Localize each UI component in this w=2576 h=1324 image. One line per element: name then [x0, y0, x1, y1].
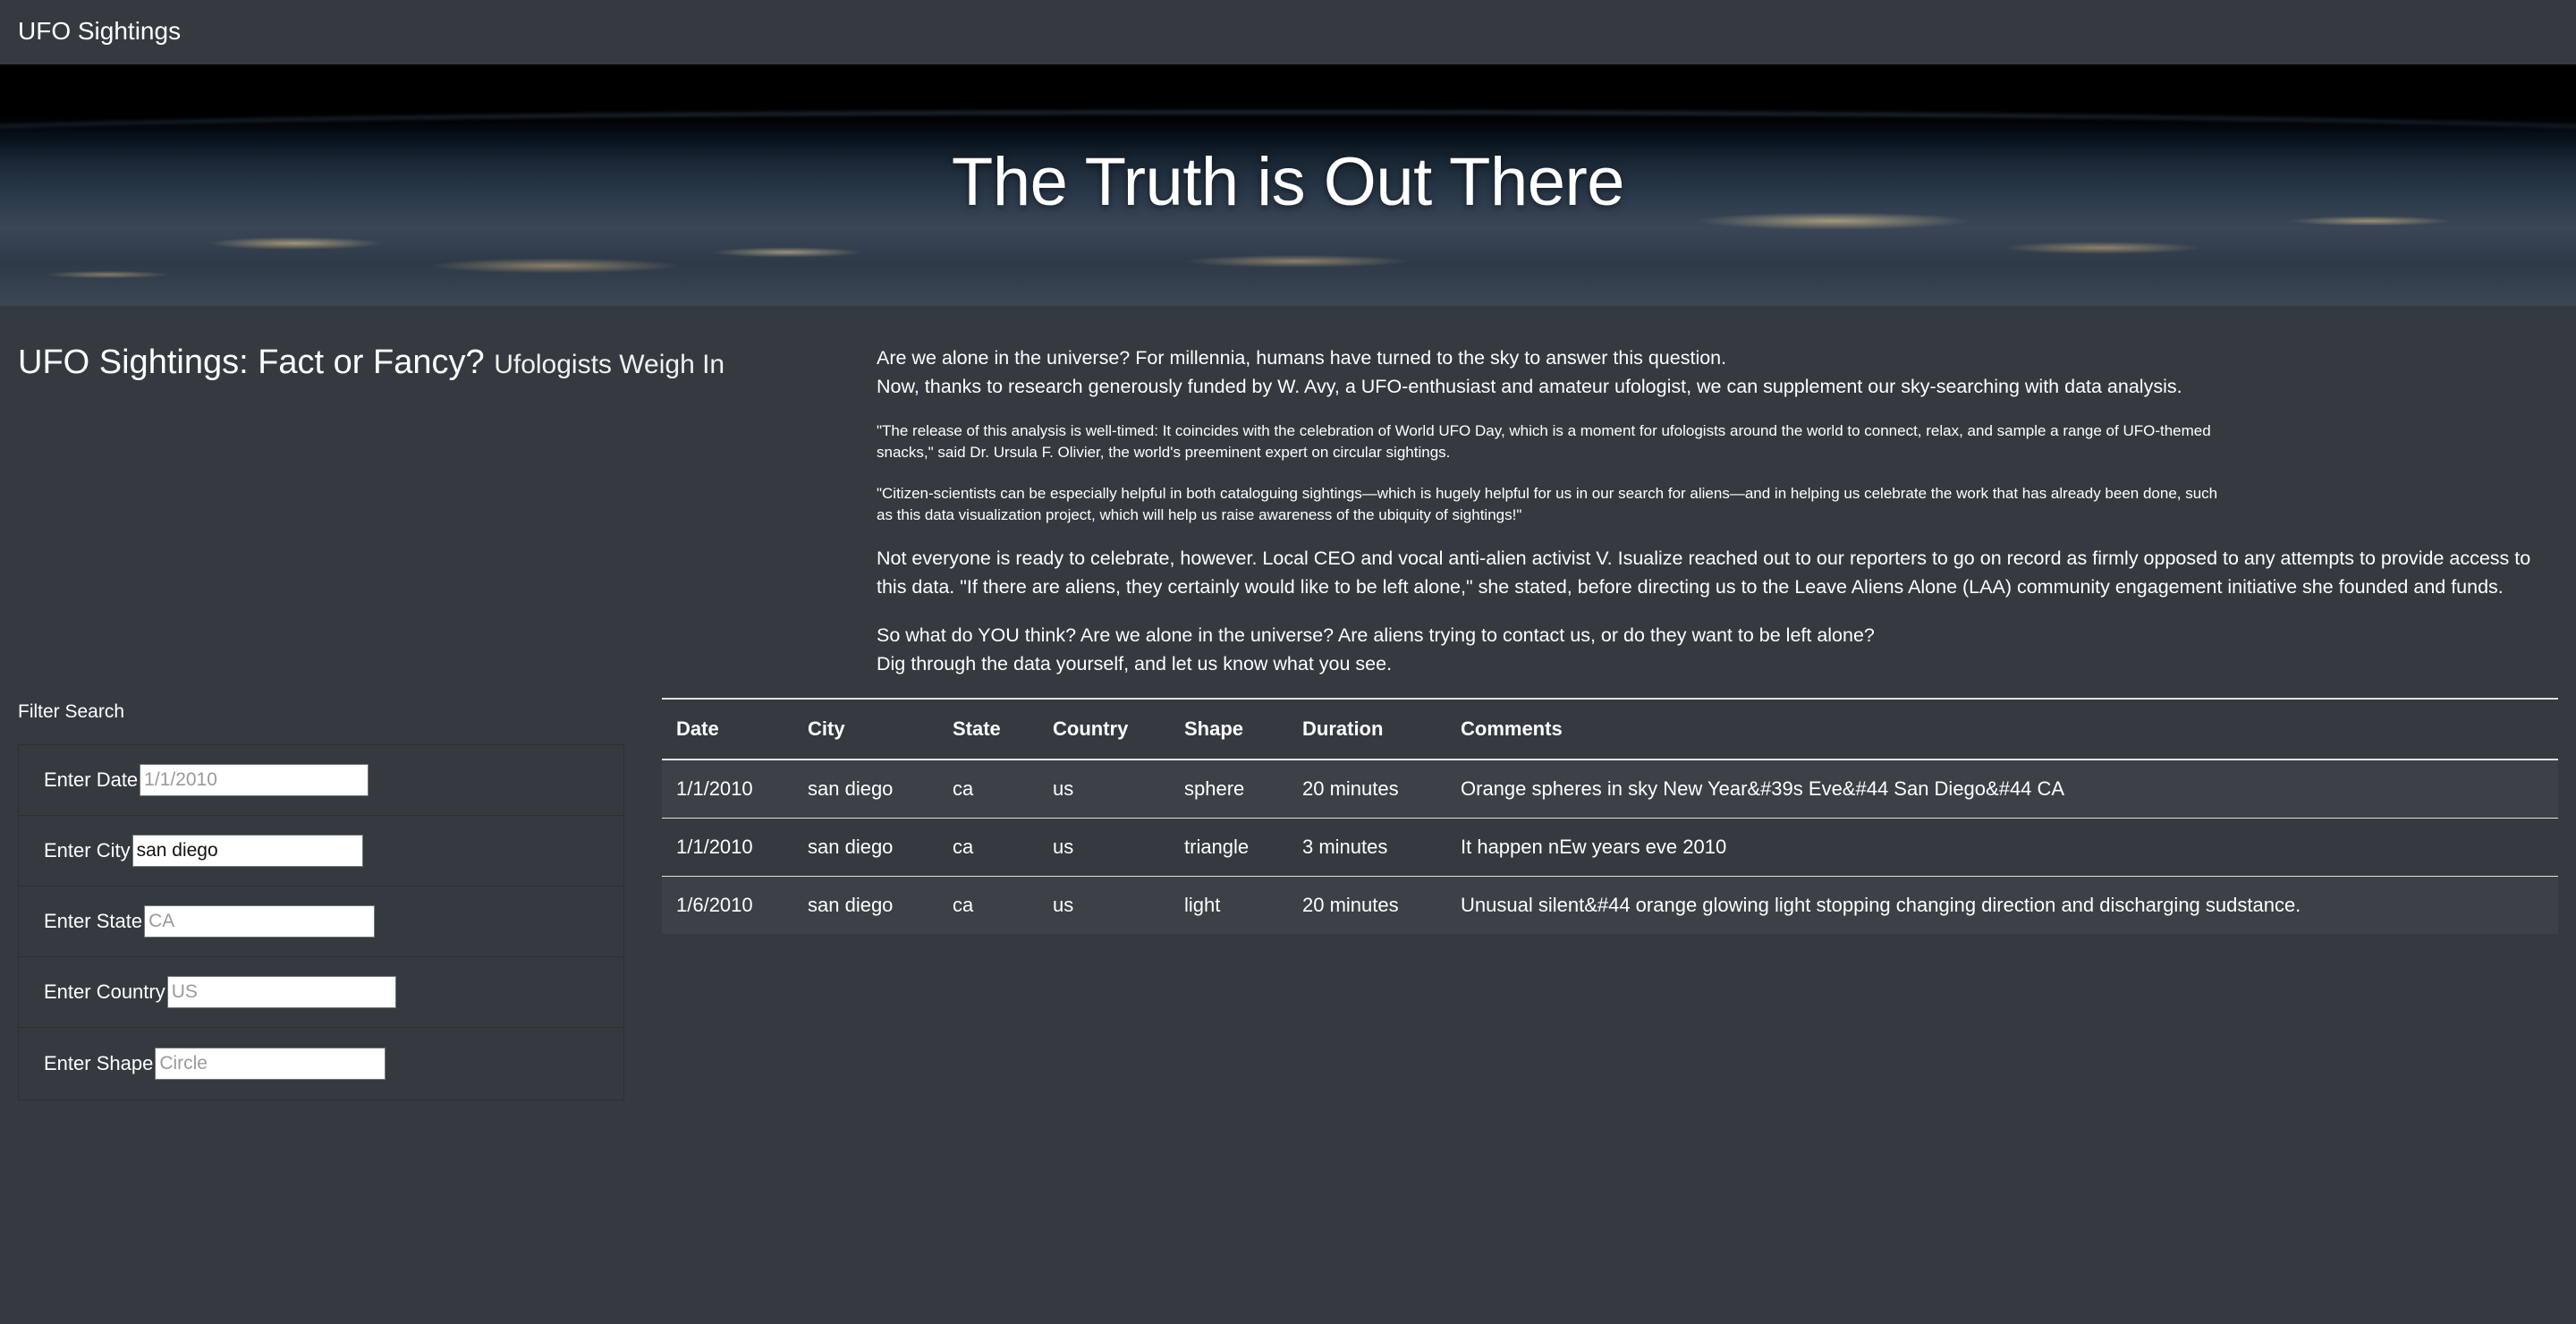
cell-date: 1/1/2010 [662, 760, 793, 819]
sightings-table: Date City State Country Shape Duration C… [662, 698, 2558, 934]
cell-date: 1/6/2010 [662, 876, 793, 934]
cell-country: us [1038, 760, 1170, 819]
cell-city: san diego [793, 876, 938, 934]
cell-comments: Orange spheres in sky New Year&#39s Eve&… [1446, 760, 2558, 819]
navbar: UFO Sightings [0, 0, 2576, 64]
cell-country: us [1038, 876, 1170, 934]
table-row: 1/1/2010 san diego ca us triangle 3 minu… [662, 818, 2558, 877]
column-header-comments: Comments [1446, 698, 2558, 760]
column-header-duration: Duration [1288, 698, 1446, 760]
filter-search-title: Filter Search [18, 701, 125, 722]
city-filter-input[interactable] [131, 835, 363, 867]
cell-state: ca [938, 876, 1038, 934]
page-headline: UFO Sightings: Fact or Fancy? Ufologists… [18, 344, 724, 382]
filter-panel: Enter Date Enter City Enter State Enter … [18, 744, 624, 1100]
sightings-table-container: Date City State Country Shape Duration C… [662, 698, 2558, 934]
date-filter-label: Enter Date [44, 768, 139, 791]
filter-row-date: Enter Date [19, 745, 623, 816]
cell-shape: triangle [1170, 818, 1288, 877]
country-filter-input[interactable] [166, 976, 396, 1008]
column-header-country: Country [1038, 698, 1170, 760]
column-header-date: Date [662, 698, 793, 760]
hero-banner: The Truth is Out There [0, 64, 2576, 306]
article-body: Are we alone in the universe? For millen… [877, 344, 2558, 678]
shape-filter-label: Enter Shape [44, 1051, 154, 1074]
table-header-row: Date City State Country Shape Duration C… [662, 698, 2558, 760]
headline-title: UFO Sightings: Fact or Fancy? [18, 344, 485, 381]
cell-duration: 3 minutes [1288, 818, 1446, 877]
column-header-shape: Shape [1170, 698, 1288, 760]
date-filter-input[interactable] [140, 764, 369, 796]
table-row: 1/6/2010 san diego ca us light 20 minute… [662, 876, 2558, 934]
cell-date: 1/1/2010 [662, 818, 793, 877]
shape-filter-input[interactable] [155, 1047, 386, 1080]
cell-comments: Unusual silent&#44 orange glowing light … [1446, 876, 2558, 934]
cell-shape: sphere [1170, 760, 1288, 819]
cell-country: us [1038, 818, 1170, 877]
cell-state: ca [938, 818, 1038, 877]
article-paragraph-2: Not everyone is ready to celebrate, howe… [877, 547, 2531, 598]
article-intro-line1: Are we alone in the universe? For millen… [877, 347, 1727, 369]
navbar-brand-link[interactable]: UFO Sightings [18, 17, 181, 46]
article-intro-line2: Now, thanks to research generously funde… [877, 376, 2182, 397]
article-quote-1: "The release of this analysis is well-ti… [877, 422, 2211, 461]
cell-state: ca [938, 760, 1038, 819]
cell-duration: 20 minutes [1288, 876, 1446, 934]
city-filter-label: Enter City [44, 839, 131, 861]
country-filter-label: Enter Country [44, 980, 165, 1003]
filter-row-shape: Enter Shape [19, 1028, 623, 1099]
state-filter-input[interactable] [144, 905, 376, 938]
cell-comments: It happen nEw years eve 2010 [1446, 818, 2558, 877]
filter-row-city: Enter City [19, 816, 623, 887]
state-filter-label: Enter State [44, 910, 143, 932]
column-header-state: State [938, 698, 1038, 760]
article-closing-line2: Dig through the data yourself, and let u… [877, 653, 1393, 675]
headline-subtitle: Ufologists Weigh In [494, 350, 725, 379]
filter-row-state: Enter State [19, 887, 623, 957]
column-header-city: City [793, 698, 938, 760]
article-quote-2: "Citizen-scientists can be especially he… [877, 485, 2218, 523]
cell-city: san diego [793, 760, 938, 819]
filter-row-country: Enter Country [19, 957, 623, 1028]
cell-city: san diego [793, 818, 938, 877]
article-closing-line1: So what do YOU think? Are we alone in th… [877, 624, 1875, 646]
cell-duration: 20 minutes [1288, 760, 1446, 819]
cell-shape: light [1170, 876, 1288, 934]
table-row: 1/1/2010 san diego ca us sphere 20 minut… [662, 760, 2558, 819]
hero-title: The Truth is Out There [951, 144, 1625, 220]
